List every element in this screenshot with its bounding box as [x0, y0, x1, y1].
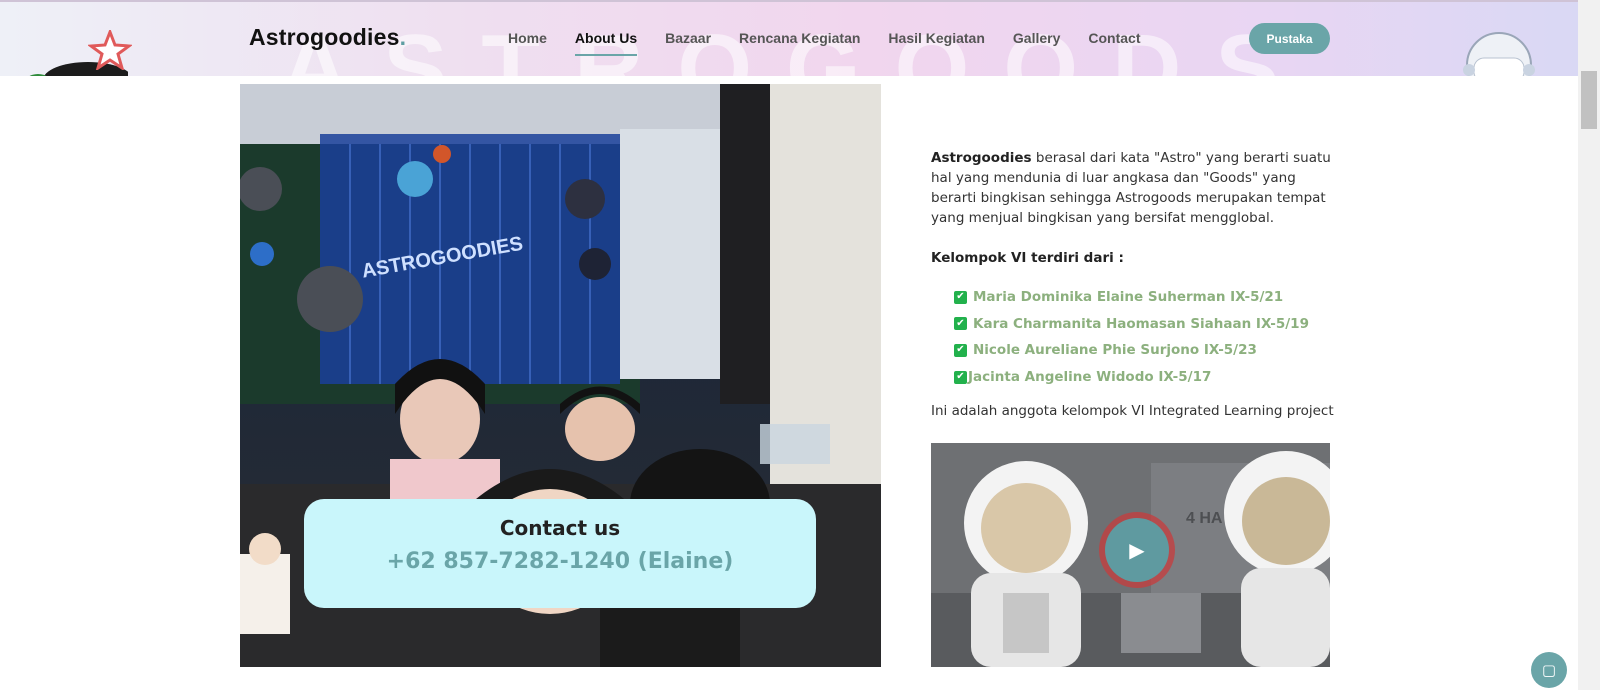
list-item: ✔ Jacinta Angeline Widodo IX-5/17	[954, 364, 1309, 391]
member-name: Maria Dominika Elaine Suherman IX-5/21	[973, 289, 1284, 306]
member-name: Nicole Aureliane Phie Surjono IX-5/23	[973, 342, 1257, 359]
header-top-border	[0, 0, 1578, 2]
play-icon: ▶	[1129, 539, 1145, 562]
brand-name: Astrogoodies	[249, 24, 400, 50]
list-item: ✔ Kara Charmanita Haomasan Siahaan IX-5/…	[954, 311, 1309, 338]
contact-phone[interactable]: +62 857-7282-1240 (Elaine)	[304, 549, 816, 574]
nav-item-rencana-kegiatan[interactable]: Rencana Kegiatan	[739, 30, 860, 56]
brand-logo[interactable]: Astrogoodies.	[249, 24, 406, 51]
group-note: Ini adalah anggota kelompok VI Integrate…	[931, 403, 1334, 419]
nav-item-hasil-kegiatan[interactable]: Hasil Kegiatan	[888, 30, 984, 56]
member-name: Kara Charmanita Haomasan Siahaan IX-5/19	[973, 315, 1309, 332]
about-description: Astrogoodies berasal dari kata "Astro" y…	[931, 148, 1331, 228]
decorative-astronaut-icon	[1463, 32, 1535, 76]
nav-item-gallery[interactable]: Gallery	[1013, 30, 1060, 56]
nav-item-about-us[interactable]: About Us	[574, 30, 638, 56]
play-button[interactable]: ▶	[1105, 518, 1169, 582]
decorative-star-icon	[88, 30, 132, 70]
scrollbar-thumb[interactable]	[1581, 71, 1597, 129]
video-player[interactable]: 4 HA ▶	[931, 443, 1330, 667]
member-name: Jacinta Angeline Widodo IX-5/17	[968, 369, 1212, 386]
nav-item-home[interactable]: Home	[508, 30, 547, 56]
chat-button[interactable]: ▢	[1531, 652, 1567, 688]
checkmark-icon: ✔	[954, 317, 967, 331]
brand-dot: .	[399, 24, 407, 50]
chat-icon: ▢	[1541, 662, 1557, 679]
member-list: ✔ Maria Dominika Elaine Suherman IX-5/21…	[954, 284, 1309, 390]
video-panel-text: 4 HA	[1186, 510, 1223, 527]
about-brand-bold: Astrogoodies	[931, 150, 1032, 166]
checkmark-icon: ✔	[954, 370, 967, 384]
list-item: ✔ Nicole Aureliane Phie Surjono IX-5/23	[954, 337, 1309, 364]
checkmark-icon: ✔	[954, 343, 967, 357]
group-photo: ASTROGOODIES Contact us +62 857-7282-124…	[240, 84, 881, 667]
checkmark-icon: ✔	[954, 290, 967, 304]
nav-item-bazaar[interactable]: Bazaar	[665, 30, 711, 56]
site-header: ASTROGOODS Astrogoodies. Home About Us B…	[0, 0, 1578, 76]
list-item: ✔ Maria Dominika Elaine Suherman IX-5/21	[954, 284, 1309, 311]
page-scrollbar[interactable]	[1578, 0, 1600, 690]
pustaka-button[interactable]: Pustaka	[1249, 23, 1330, 54]
contact-card: Contact us +62 857-7282-1240 (Elaine)	[304, 499, 816, 608]
main-nav: Home About Us Bazaar Rencana Kegiatan Ha…	[508, 30, 1169, 56]
group-heading: Kelompok VI terdiri dari :	[931, 250, 1124, 266]
contact-title: Contact us	[499, 516, 621, 540]
nav-item-contact[interactable]: Contact	[1088, 30, 1140, 56]
